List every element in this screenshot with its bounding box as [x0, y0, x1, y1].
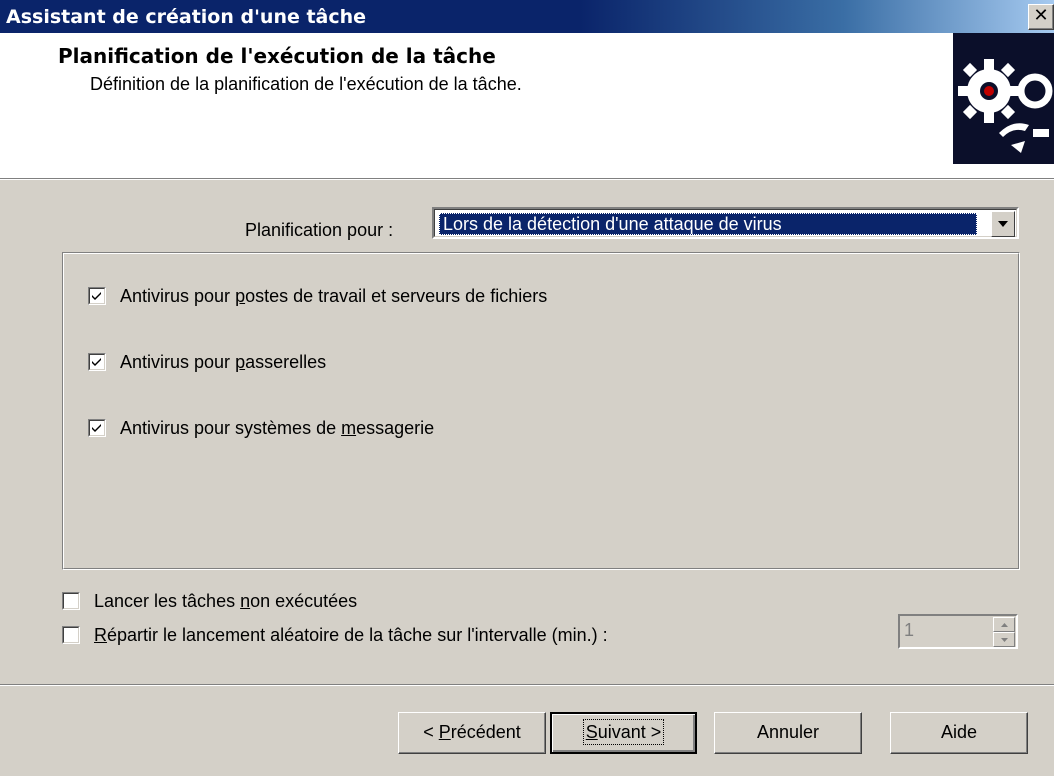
- chevron-down-icon: [998, 221, 1008, 227]
- close-button[interactable]: ✕: [1028, 4, 1054, 30]
- label-mnemonic: m: [341, 418, 357, 438]
- arrow-up-icon: [1001, 623, 1008, 627]
- back-button[interactable]: < Précédent: [398, 712, 546, 754]
- label-mnemonic: n: [240, 591, 251, 611]
- dropdown-arrow-button[interactable]: [991, 211, 1015, 237]
- page-title: Planification de l'exécution de la tâche: [58, 44, 496, 68]
- option-gateways-label: Antivirus pour passerelles: [120, 352, 326, 373]
- schedule-dropdown[interactable]: Lors de la détection d'une attaque de vi…: [432, 207, 1019, 239]
- arrow-down-icon: [1001, 638, 1008, 642]
- focus-rect: Suivant >: [582, 719, 665, 745]
- interval-spinbox[interactable]: 1: [898, 614, 1018, 649]
- label-text: essagerie: [356, 418, 435, 438]
- button-text: <: [423, 722, 439, 742]
- schedule-selected-value: Lors de la détection d'une attaque de vi…: [439, 213, 977, 235]
- page-subtitle: Définition de la planification de l'exéc…: [90, 74, 522, 94]
- spin-down-button[interactable]: [993, 632, 1015, 647]
- label-mnemonic: p: [235, 286, 246, 306]
- label-text: Antivirus pour: [120, 352, 236, 372]
- check-icon: [92, 424, 101, 432]
- check-icon: [92, 358, 101, 366]
- schedule-label: Planification pour :: [245, 220, 394, 240]
- next-button[interactable]: Suivant >: [550, 712, 697, 754]
- label-text: ostes de travail et serveurs de fichiers: [245, 286, 548, 306]
- spin-up-button[interactable]: [993, 617, 1015, 632]
- checkbox-frame: [63, 593, 79, 609]
- checkbox-workstations[interactable]: [88, 287, 106, 305]
- checkbox-randomize[interactable]: [62, 626, 80, 644]
- schedule-dropdown-frame: Lors de la détection d'une attaque de vi…: [434, 209, 1017, 237]
- checkbox-frame: [63, 627, 79, 643]
- button-mnemonic: P: [438, 722, 451, 742]
- title-bar: Assistant de création d'une tâche ✕: [0, 0, 1054, 33]
- window-title: Assistant de création d'une tâche: [6, 6, 367, 28]
- footer-separator-light: [0, 685, 1054, 686]
- option-randomize-label: Répartir le lancement aléatoire de la tâ…: [94, 625, 608, 646]
- label-text: épartir le lancement aléatoire de la tâc…: [107, 625, 608, 645]
- checkbox-mail-systems[interactable]: [88, 419, 106, 437]
- button-text: Aide: [940, 722, 978, 742]
- label-mnemonic: R: [94, 625, 107, 645]
- button-text: uivant >: [597, 722, 662, 742]
- checkbox-gateways[interactable]: [88, 353, 106, 371]
- option-launch-missed-label: Lancer les tâches non exécutées: [94, 591, 357, 612]
- button-text: Annuler: [756, 722, 820, 742]
- cancel-button[interactable]: Annuler: [714, 712, 862, 754]
- label-text: on exécutées: [250, 591, 358, 611]
- option-workstations-label: Antivirus pour postes de travail et serv…: [120, 286, 547, 307]
- gears-icon: [953, 33, 1054, 164]
- label-text: Antivirus pour systèmes de: [120, 418, 342, 438]
- interval-value: 1: [904, 620, 915, 640]
- checkbox-launch-missed[interactable]: [62, 592, 80, 610]
- label-text: Antivirus pour: [120, 286, 236, 306]
- label-text: Lancer les tâches: [94, 591, 241, 611]
- check-icon: [92, 292, 101, 300]
- help-button[interactable]: Aide: [890, 712, 1028, 754]
- button-mnemonic: S: [585, 722, 598, 742]
- button-text: récédent: [450, 722, 521, 742]
- spin-buttons: [993, 617, 1015, 647]
- option-mail-systems-label: Antivirus pour systèmes de messagerie: [120, 418, 434, 439]
- label-mnemonic: p: [235, 352, 246, 372]
- close-icon: ✕: [1033, 5, 1049, 26]
- header-separator-light: [0, 179, 1054, 180]
- label-text: asserelles: [245, 352, 327, 372]
